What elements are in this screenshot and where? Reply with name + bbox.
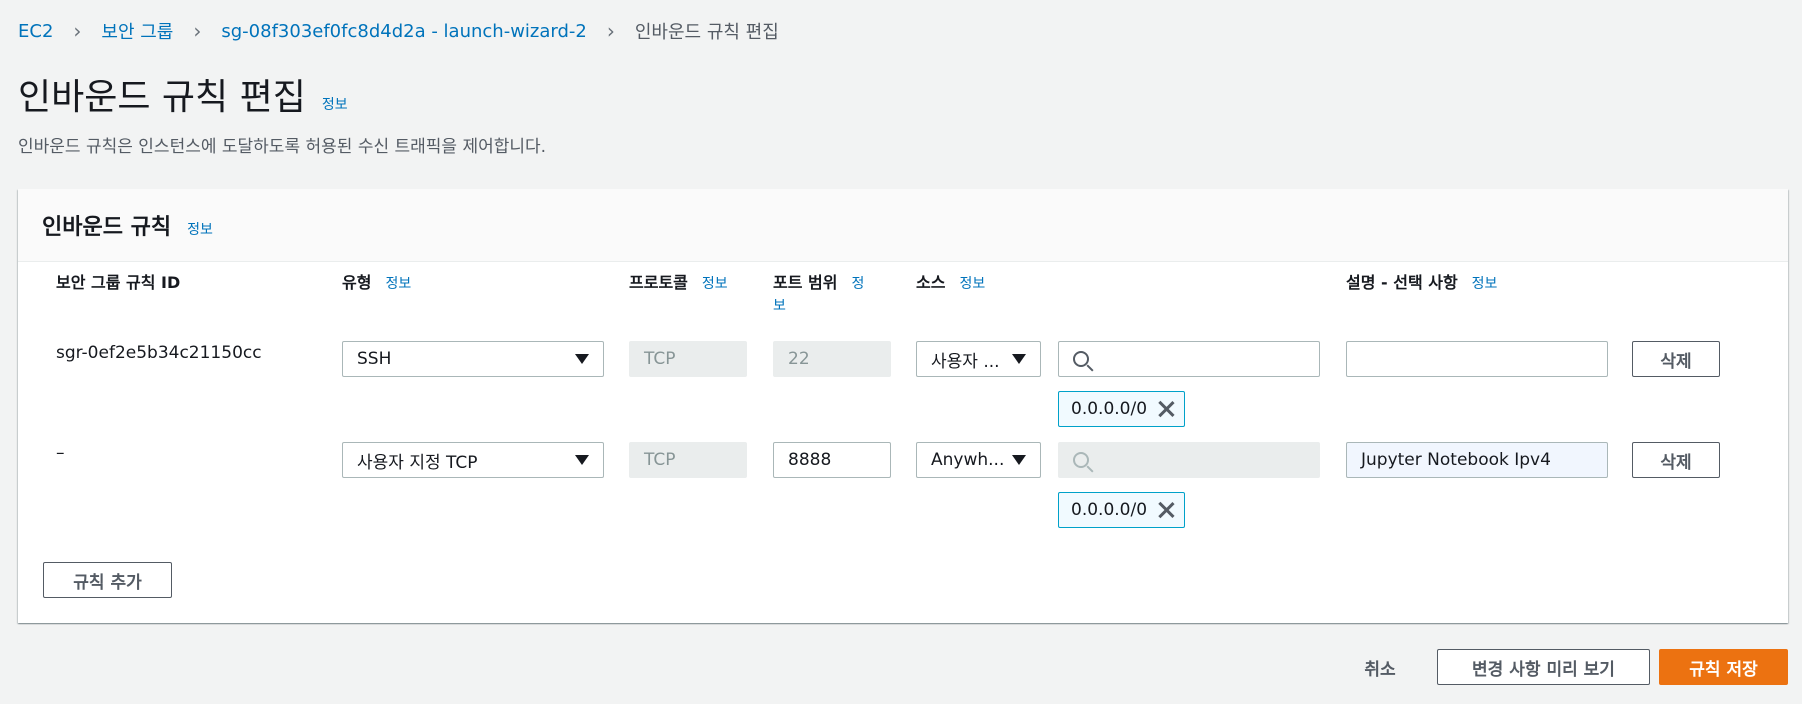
breadcrumb-security-groups[interactable]: 보안 그룹 (101, 18, 173, 44)
breadcrumb-security-group[interactable]: sg-08f303ef0fc8d4d2a - launch-wizard-2 (221, 21, 586, 42)
page-title: 인바운드 규칙 편집 (18, 77, 306, 118)
column-label: 유형 (342, 273, 372, 292)
search-icon (1073, 452, 1089, 468)
cidr-token: 0.0.0.0/0 (1058, 391, 1185, 427)
source-type-value: Anywh... (931, 450, 1005, 470)
breadcrumb: EC2 › 보안 그룹 › sg-08f303ef0fc8d4d2a - lau… (18, 18, 779, 44)
description-input[interactable]: Jupyter Notebook Ipv4 (1346, 442, 1608, 478)
protocol-value: TCP (644, 349, 676, 369)
panel-info-link[interactable]: 정보 (187, 219, 213, 239)
preview-changes-button[interactable]: 변경 사항 미리 보기 (1437, 649, 1650, 685)
description-value: Jupyter Notebook Ipv4 (1361, 450, 1551, 470)
cancel-button[interactable]: 취소 (1340, 649, 1420, 685)
inbound-rules-panel: 인바운드 규칙 정보 보안 그룹 규칙 ID 유형 정보 프로토콜 정보 포트 … (18, 189, 1788, 623)
caret-down-icon (1012, 455, 1026, 465)
rule-id: sgr-0ef2e5b34c21150cc (56, 343, 262, 363)
column-header-type: 유형 정보 (342, 269, 411, 293)
panel-header: 인바운드 규칙 정보 (18, 189, 1788, 262)
chevron-right-icon: › (73, 19, 82, 43)
panel-title-row: 인바운드 규칙 정보 (42, 209, 213, 241)
port-range-value: 8888 (788, 450, 832, 470)
source-search-input (1058, 442, 1320, 478)
port-range-input[interactable]: 8888 (773, 442, 891, 478)
column-label: 설명 - 선택 사항 (1346, 273, 1458, 292)
port-range-field: 22 (773, 341, 891, 377)
port-range-info-link[interactable]: 정 (851, 273, 864, 293)
close-icon[interactable] (1156, 399, 1176, 419)
source-type-select[interactable]: Anywh... (916, 442, 1041, 478)
port-range-info-link-wrap[interactable]: 보 (773, 295, 786, 315)
protocol-field: TCP (629, 341, 747, 377)
type-select-value: SSH (357, 349, 392, 369)
rule-id: – (56, 443, 65, 463)
column-label: 보안 그룹 규칙 ID (56, 273, 181, 292)
column-header-protocol: 프로토콜 정보 (629, 269, 728, 293)
cidr-token: 0.0.0.0/0 (1058, 492, 1185, 528)
type-select-value: 사용자 지정 TCP (357, 452, 478, 473)
cidr-token-label: 0.0.0.0/0 (1071, 500, 1148, 520)
breadcrumb-ec2[interactable]: EC2 (18, 21, 53, 42)
close-icon[interactable] (1156, 500, 1176, 520)
description-info-link[interactable]: 정보 (1472, 273, 1498, 293)
caret-down-icon (1012, 354, 1026, 364)
type-select[interactable]: SSH (342, 341, 604, 377)
delete-button[interactable]: 삭제 (1632, 341, 1720, 377)
protocol-field: TCP (629, 442, 747, 478)
column-label: 포트 범위 (773, 273, 838, 292)
source-type-value: 사용자 ... (931, 351, 1000, 372)
chevron-right-icon: › (193, 19, 202, 43)
chevron-right-icon: › (606, 19, 615, 43)
column-label: 프로토콜 (629, 273, 688, 292)
protocol-info-link[interactable]: 정보 (702, 273, 728, 293)
delete-button[interactable]: 삭제 (1632, 442, 1720, 478)
caret-down-icon (575, 455, 589, 465)
search-icon (1073, 351, 1089, 367)
caret-down-icon (575, 354, 589, 364)
column-label: 소스 (916, 273, 946, 292)
description-input[interactable] (1346, 341, 1608, 377)
cidr-token-label: 0.0.0.0/0 (1071, 399, 1148, 419)
protocol-value: TCP (644, 450, 676, 470)
type-info-link[interactable]: 정보 (385, 273, 411, 293)
source-search-input[interactable] (1058, 341, 1320, 377)
source-type-select[interactable]: 사용자 ... (916, 341, 1041, 377)
add-rule-button[interactable]: 규칙 추가 (43, 562, 172, 598)
type-select[interactable]: 사용자 지정 TCP (342, 442, 604, 478)
page-info-link[interactable]: 정보 (322, 94, 348, 114)
column-header-source: 소스 정보 (916, 269, 985, 293)
panel-title: 인바운드 규칙 (42, 215, 172, 240)
page-description: 인바운드 규칙은 인스턴스에 도달하도록 허용된 수신 트래픽을 제어합니다. (18, 137, 547, 157)
save-rules-button[interactable]: 규칙 저장 (1659, 649, 1788, 685)
port-range-value: 22 (788, 349, 810, 369)
column-header-port-range: 포트 범위 정 (773, 269, 864, 293)
column-header-description: 설명 - 선택 사항 정보 (1346, 269, 1497, 293)
page-title-row: 인바운드 규칙 편집 정보 (18, 68, 348, 120)
column-header-rule-id: 보안 그룹 규칙 ID (56, 269, 180, 293)
breadcrumb-current: 인바운드 규칙 편집 (634, 22, 779, 43)
source-info-link[interactable]: 정보 (959, 273, 985, 293)
